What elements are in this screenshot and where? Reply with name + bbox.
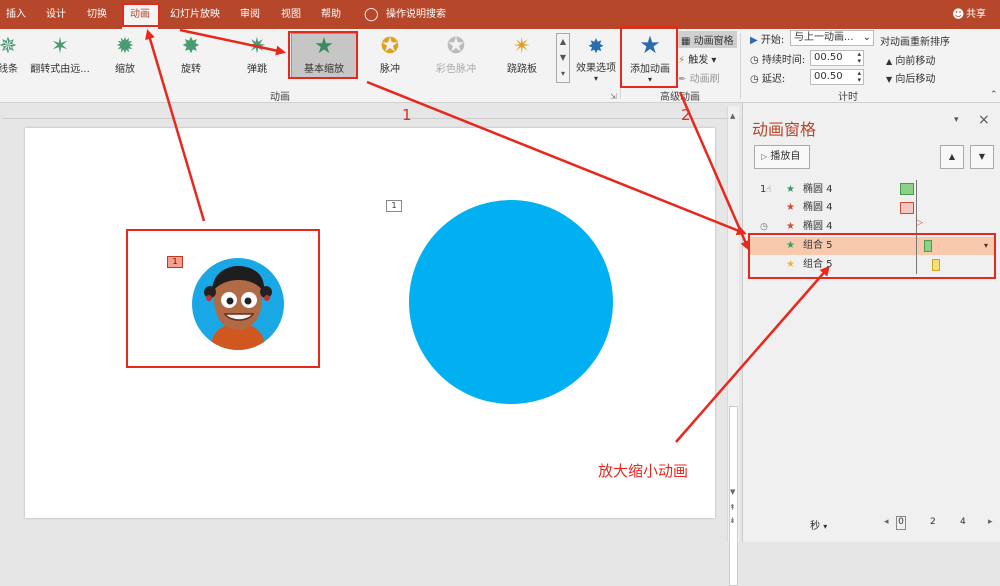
annotation-caption: 放大缩小动画 [598, 462, 689, 480]
annotation-arrows [145, 28, 830, 443]
annotation-number-1: 1 [402, 106, 412, 124]
annotation-number-2: 2 [681, 106, 691, 124]
